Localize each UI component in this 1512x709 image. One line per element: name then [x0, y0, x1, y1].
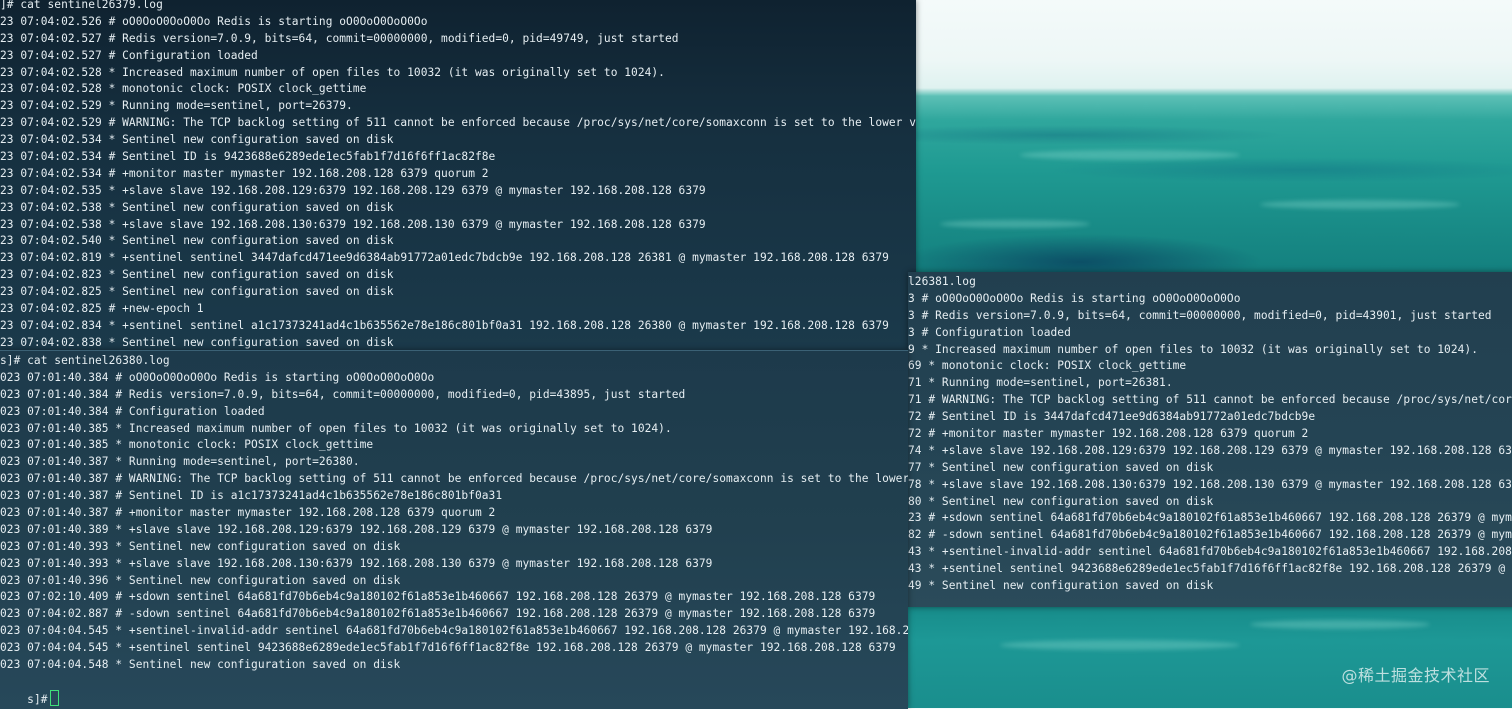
log-line: s]# cat sentinel26380.log	[0, 354, 170, 367]
terminal-output: s]# cat sentinel26380.log 023 07:01:40.38…	[0, 353, 908, 674]
log-line: 23 07:04:02.825 * Sentinel new configura…	[0, 285, 394, 299]
wallpaper-wave	[1260, 200, 1460, 209]
wallpaper-wave	[1250, 620, 1430, 629]
log-line: 69 * monotonic clock: POSIX clock_gettim…	[908, 359, 1187, 373]
log-line: 023 07:01:40.393 * Sentinel new configur…	[0, 539, 401, 553]
log-line: 023 07:01:40.385 * monotonic clock: POSI…	[0, 438, 374, 452]
log-line: 023 07:01:40.387 # Sentinel ID is a1c173…	[0, 489, 503, 503]
terminal-output: l26381.log 3 # oO0OoO0OoO0Oo Redis is sta…	[908, 274, 1512, 595]
log-line: 23 07:04:02.526 # oO0OoO0OoO0Oo Redis is…	[0, 14, 428, 28]
log-line: 23 07:04:02.529 * Running mode=sentinel,…	[0, 99, 353, 113]
log-line: 23 07:04:02.538 * Sentinel new configura…	[0, 200, 394, 214]
log-line: 023 07:04:04.548 * Sentinel new configur…	[0, 658, 401, 672]
log-line: 3 # Configuration loaded	[908, 325, 1071, 339]
log-line: 23 07:04:02.825 # +new-epoch 1	[0, 302, 204, 316]
log-line: 023 07:04:04.545 * +sentinel-invalid-add…	[0, 624, 908, 638]
log-line: 71 * Running mode=sentinel, port=26381.	[908, 376, 1173, 390]
log-line: l26381.log	[908, 275, 976, 288]
log-line: 023 07:01:40.387 * Running mode=sentinel…	[0, 455, 360, 469]
wallpaper-wave	[1020, 150, 1240, 160]
log-line: 23 07:04:02.527 # Redis version=7.0.9, b…	[0, 31, 679, 45]
log-line: 23 # +sdown sentinel 64a681fd70b6eb4c9a1…	[908, 511, 1512, 525]
log-line: 23 07:04:02.534 # Sentinel ID is 9423688…	[0, 150, 496, 164]
log-line: 71 # WARNING: The TCP backlog setting of…	[908, 393, 1512, 407]
log-line: 72 # +monitor master mymaster 192.168.20…	[908, 427, 1309, 441]
log-line: 23 07:04:02.834 * +sentinel sentinel a1c…	[0, 318, 889, 332]
shell-prompt-line[interactable]: s]#	[0, 673, 59, 706]
log-line: 9 * Increased maximum number of open fil…	[908, 342, 1478, 356]
log-line: 82 # -sdown sentinel 64a681fd70b6eb4c9a1…	[908, 528, 1512, 542]
log-line: 023 07:01:40.384 # Configuration loaded	[0, 404, 265, 418]
log-line: 23 07:04:02.527 # Configuration loaded	[0, 48, 258, 62]
log-line: 23 07:04:02.534 # +monitor master mymast…	[0, 166, 489, 180]
log-line: 23 07:04:02.534 * Sentinel new configura…	[0, 133, 394, 147]
log-line: 023 07:01:40.396 * Sentinel new configur…	[0, 573, 401, 587]
log-line: 74 * +slave slave 192.168.208.129:6379 1…	[908, 443, 1512, 457]
log-line: 77 * Sentinel new configuration saved on…	[908, 460, 1214, 474]
log-line: 023 07:01:40.384 # Redis version=7.0.9, …	[0, 387, 686, 401]
log-line: 023 07:01:40.384 # oO0OoO0OoO0Oo Redis i…	[0, 370, 435, 384]
log-line: 49 * Sentinel new configuration saved on…	[908, 579, 1214, 593]
log-line: ]# cat sentinel26379.log	[0, 0, 163, 11]
log-line: 43 * +sentinel sentinel 9423688e6289ede1…	[908, 562, 1512, 576]
watermark: @稀土掘金技术社区	[1341, 666, 1490, 685]
log-line: 023 07:01:40.387 # +monitor master mymas…	[0, 506, 496, 520]
log-line: 23 07:04:02.538 * +slave slave 192.168.2…	[0, 217, 706, 231]
log-line: 23 07:04:02.819 * +sentinel sentinel 344…	[0, 251, 889, 265]
log-line: 023 07:04:02.887 # -sdown sentinel 64a68…	[0, 607, 876, 621]
log-line: 23 07:04:02.528 * monotonic clock: POSIX…	[0, 82, 367, 96]
log-line: 023 07:01:40.387 # WARNING: The TCP back…	[0, 472, 908, 486]
log-line: 3 # oO0OoO0OoO0Oo Redis is starting oO0O…	[908, 291, 1241, 305]
log-line: 72 # Sentinel ID is 3447dafcd471ee9d6384…	[908, 410, 1316, 424]
terminal-window-sentinel26381[interactable]: l26381.log 3 # oO0OoO0OoO0Oo Redis is sta…	[908, 272, 1512, 607]
log-line: 23 07:04:02.823 * Sentinel new configura…	[0, 268, 394, 282]
log-line: 23 07:04:02.535 * +slave slave 192.168.2…	[0, 183, 706, 197]
log-line: 023 07:02:10.409 # +sdown sentinel 64a68…	[0, 590, 876, 604]
log-line: 3 # Redis version=7.0.9, bits=64, commit…	[908, 308, 1492, 322]
log-line: 80 * Sentinel new configuration saved on…	[908, 494, 1214, 508]
log-line: 023 07:01:40.385 * Increased maximum num…	[0, 421, 672, 435]
log-line: 23 07:04:02.529 # WARNING: The TCP backl…	[0, 116, 916, 130]
log-line: 023 07:04:04.545 * +sentinel sentinel 94…	[0, 641, 896, 655]
terminal-window-sentinel26379[interactable]: ]# cat sentinel26379.log 23 07:04:02.526 …	[0, 0, 916, 352]
text-cursor[interactable]	[49, 689, 59, 706]
log-line: 023 07:01:40.393 * +slave slave 192.168.…	[0, 556, 713, 570]
terminal-output: ]# cat sentinel26379.log 23 07:04:02.526 …	[0, 0, 916, 352]
log-line: 23 07:04:02.528 * Increased maximum numb…	[0, 65, 665, 79]
terminal-window-sentinel26380[interactable]: s]# cat sentinel26380.log 023 07:01:40.38…	[0, 350, 908, 709]
log-line: 23 07:04:02.540 * Sentinel new configura…	[0, 234, 394, 248]
wallpaper-wave	[940, 220, 1090, 228]
wallpaper-wave	[1000, 640, 1240, 650]
log-line: 43 * +sentinel-invalid-addr sentinel 64a…	[908, 545, 1512, 559]
shell-prompt: s]#	[27, 692, 48, 706]
log-line: 78 * +slave slave 192.168.208.130:6379 1…	[908, 477, 1512, 491]
log-line: 023 07:01:40.389 * +slave slave 192.168.…	[0, 522, 713, 536]
